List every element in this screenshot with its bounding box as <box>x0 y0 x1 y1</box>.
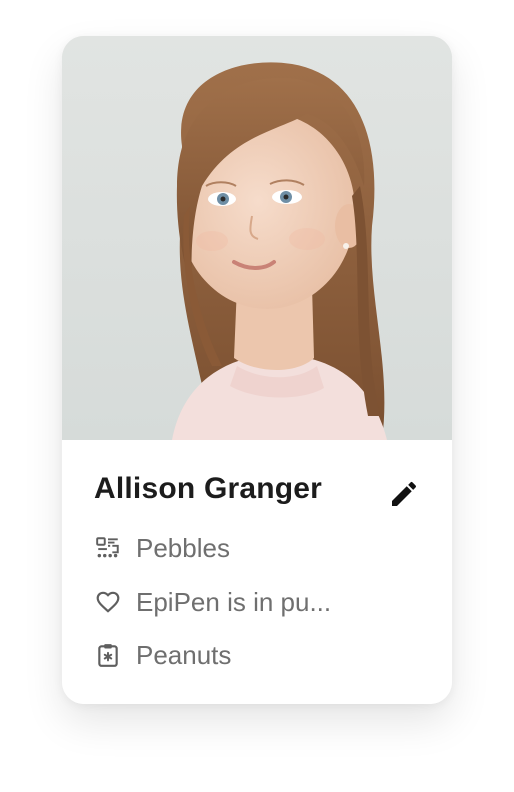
profile-photo <box>62 36 452 440</box>
pencil-edit-icon <box>392 481 417 506</box>
medical-clipboard-icon <box>94 641 122 669</box>
edit-button[interactable] <box>384 474 424 514</box>
note-label: EpiPen is in pu... <box>136 586 332 617</box>
group-class-icon <box>94 534 122 562</box>
allergy-label: Peanuts <box>136 639 232 670</box>
group-label: Pebbles <box>136 532 230 563</box>
child-portrait-image <box>62 36 452 440</box>
detail-row-note: EpiPen is in pu... <box>94 586 331 618</box>
profile-info: Allison Granger Pebbles EpiPen is in pu.… <box>62 440 452 704</box>
heart-icon <box>94 588 122 616</box>
detail-row-allergy: Peanuts <box>94 639 231 671</box>
profile-name: Allison Granger <box>94 472 323 505</box>
profile-card[interactable]: Allison Granger Pebbles EpiPen is in pu.… <box>62 36 452 704</box>
detail-row-group: Pebbles <box>94 532 230 564</box>
